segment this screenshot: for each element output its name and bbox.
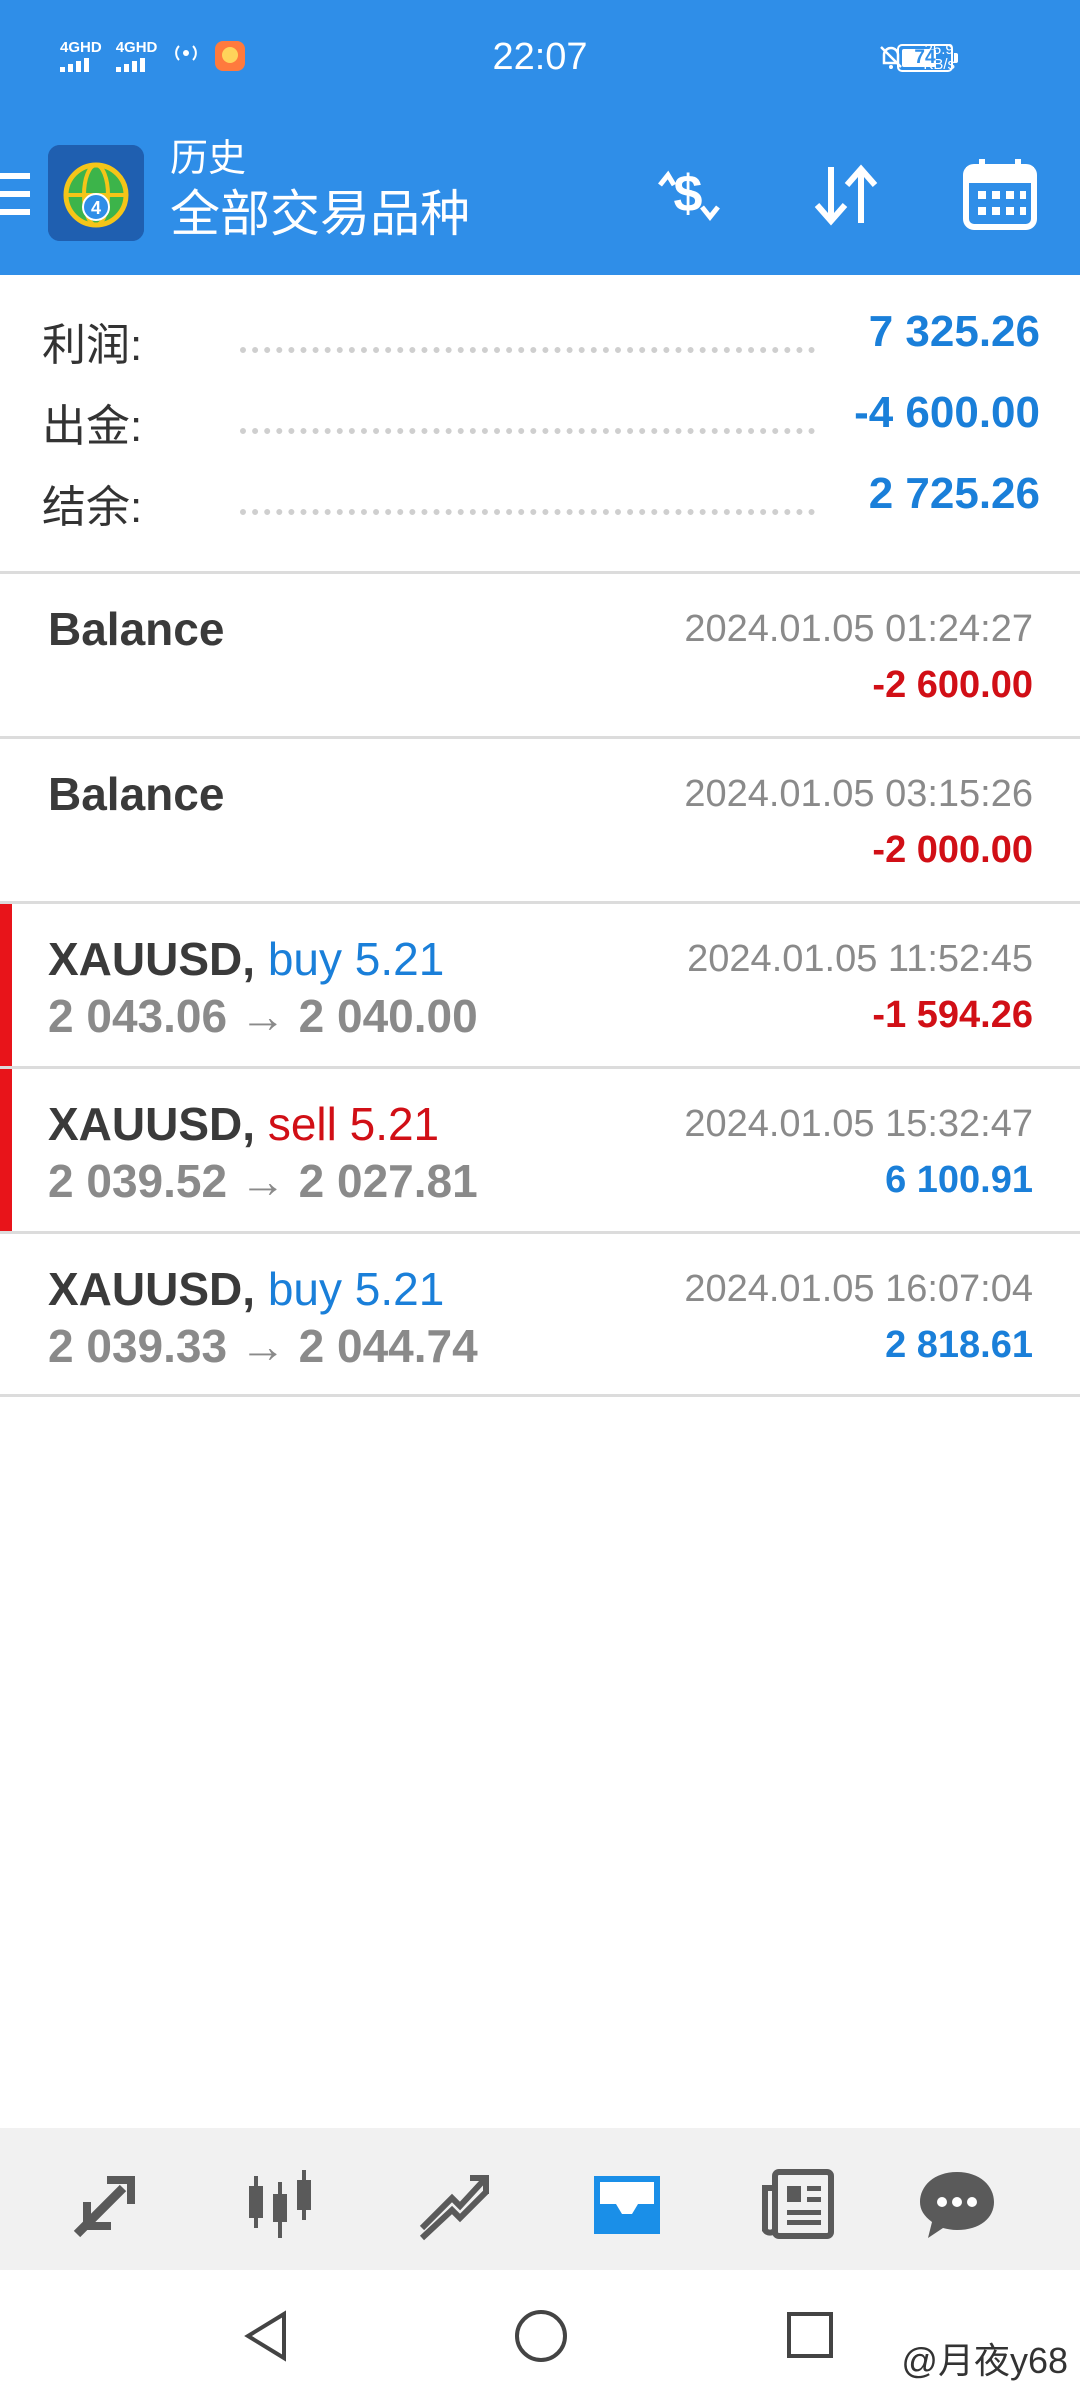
row-title: Balance bbox=[48, 603, 225, 655]
bottom-navigation bbox=[0, 2128, 1080, 2270]
row-prices: 2 043.06 → 2 040.00 bbox=[48, 990, 478, 1042]
row-symbol: XAUUSD, bbox=[48, 1263, 256, 1315]
quotes-icon[interactable] bbox=[63, 2158, 153, 2248]
row-direction: sell 5.21 bbox=[267, 1098, 440, 1150]
summary-value: -4 600.00 bbox=[854, 388, 1040, 437]
dotted-leader bbox=[240, 509, 815, 515]
history-row-balance-2[interactable]: Balance 2024.01.05 03:15:26 -2 000.00 bbox=[0, 739, 1080, 901]
svg-text:4: 4 bbox=[91, 198, 101, 218]
back-icon[interactable] bbox=[240, 2308, 294, 2364]
trade-icon[interactable] bbox=[408, 2158, 498, 2248]
home-icon[interactable] bbox=[513, 2308, 569, 2364]
menu-icon[interactable] bbox=[0, 173, 32, 223]
divider bbox=[0, 1394, 1080, 1397]
chat-icon[interactable] bbox=[912, 2158, 1002, 2248]
row-direction: buy 5.21 bbox=[267, 933, 445, 985]
summary-value: 7 325.26 bbox=[868, 307, 1040, 356]
row-prices: 2 039.52 → 2 027.81 bbox=[48, 1155, 478, 1207]
system-navigation: @月夜y68 bbox=[0, 2270, 1080, 2400]
row-title: XAUUSD, buy 5.21 bbox=[48, 932, 444, 986]
history-row-balance-1[interactable]: Balance 2024.01.05 01:24:27 -2 600.00 bbox=[0, 574, 1080, 736]
svg-text:$: $ bbox=[674, 165, 703, 223]
history-row-trade-3[interactable]: XAUUSD, buy 5.21 2 039.33 → 2 044.74 202… bbox=[0, 1234, 1080, 1396]
history-row-trade-2[interactable]: XAUUSD, sell 5.21 2 039.52 → 2 027.81 20… bbox=[0, 1069, 1080, 1231]
row-symbol: XAUUSD, bbox=[48, 1098, 256, 1150]
row-profit: -2 600.00 bbox=[872, 664, 1033, 706]
row-symbol: XAUUSD, bbox=[48, 933, 256, 985]
sort-icon[interactable] bbox=[805, 155, 885, 235]
app-toolbar: 4 历史 全部交易品种 $ bbox=[0, 125, 1080, 275]
row-time: 2024.01.05 03:15:26 bbox=[684, 773, 1033, 815]
chart-icon[interactable] bbox=[235, 2158, 325, 2248]
row-time: 2024.01.05 11:52:45 bbox=[687, 938, 1033, 980]
page-title: 历史 bbox=[170, 138, 247, 180]
status-bar: 4GHD 4GHD 22:07 25.9 KB/s 74 bbox=[0, 0, 1080, 125]
news-icon[interactable] bbox=[755, 2158, 845, 2248]
summary-value: 2 725.26 bbox=[868, 469, 1040, 518]
dotted-leader bbox=[240, 347, 815, 353]
row-time: 2024.01.05 01:24:27 bbox=[684, 608, 1033, 650]
row-title: Balance bbox=[48, 768, 225, 820]
row-time: 2024.01.05 16:07:04 bbox=[684, 1268, 1033, 1310]
app-logo: 4 bbox=[48, 145, 144, 241]
loss-marker bbox=[0, 1069, 12, 1231]
row-profit: 2 818.61 bbox=[885, 1324, 1033, 1366]
row-profit: -2 000.00 bbox=[872, 829, 1033, 871]
summary-withdrawal: 出金: -4 600.00 bbox=[42, 380, 1040, 460]
history-icon[interactable] bbox=[582, 2158, 672, 2248]
summary-label: 结余: bbox=[42, 483, 143, 532]
recents-icon[interactable] bbox=[785, 2310, 835, 2360]
row-profit: 6 100.91 bbox=[885, 1159, 1033, 1201]
dollar-swap-icon[interactable]: $ bbox=[648, 155, 728, 235]
row-title: XAUUSD, sell 5.21 bbox=[48, 1097, 439, 1151]
battery-icon: 74 bbox=[897, 44, 958, 72]
watermark: @月夜y68 bbox=[901, 2340, 1068, 2381]
symbol-filter: 全部交易品种 bbox=[170, 186, 470, 242]
row-title: XAUUSD, buy 5.21 bbox=[48, 1262, 444, 1316]
history-summary: 利润: 7 325.26 出金: -4 600.00 结余: 2 725.26 bbox=[0, 275, 1080, 571]
row-profit: -1 594.26 bbox=[872, 994, 1033, 1036]
calendar-icon[interactable] bbox=[960, 155, 1040, 235]
dotted-leader bbox=[240, 428, 815, 434]
row-prices: 2 039.33 → 2 044.74 bbox=[48, 1320, 478, 1372]
battery-text: 74 bbox=[914, 47, 936, 68]
summary-balance: 结余: 2 725.26 bbox=[42, 461, 1040, 541]
summary-label: 利润: bbox=[42, 321, 143, 370]
row-time: 2024.01.05 15:32:47 bbox=[684, 1103, 1033, 1145]
history-row-trade-1[interactable]: XAUUSD, buy 5.21 2 043.06 → 2 040.00 202… bbox=[0, 904, 1080, 1066]
summary-profit: 利润: 7 325.26 bbox=[42, 299, 1040, 379]
toolbar-titles[interactable]: 历史 全部交易品种 bbox=[170, 135, 470, 245]
loss-marker bbox=[0, 904, 12, 1066]
row-direction: buy 5.21 bbox=[267, 1263, 445, 1315]
summary-label: 出金: bbox=[42, 402, 143, 451]
